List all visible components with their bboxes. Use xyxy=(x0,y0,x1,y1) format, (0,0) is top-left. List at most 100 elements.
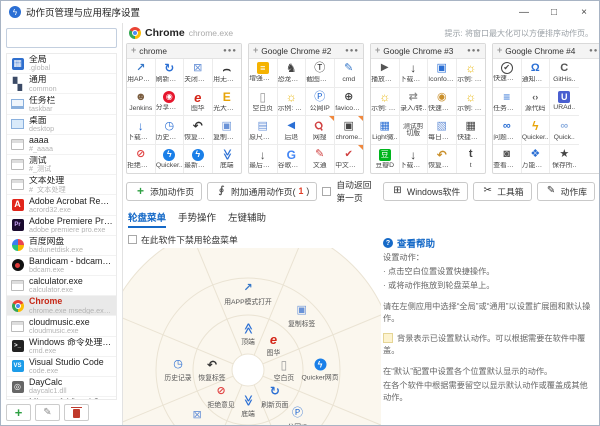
move-handle-icon[interactable]: + xyxy=(131,46,136,55)
wheel-item[interactable]: ⊘拒绝意见 xyxy=(208,385,235,409)
action-cell[interactable]: ≡任务管理器 xyxy=(493,88,521,117)
sidebar-item[interactable]: 桌面desktop xyxy=(7,115,116,135)
attach-common-page-button[interactable]: ∮ 附加通用动作页(1) xyxy=(207,182,317,201)
action-cell[interactable]: ↓下载内容 xyxy=(400,145,428,173)
action-cell[interactable]: ♞恐龙彩蛋 xyxy=(278,59,306,88)
action-cell[interactable]: ↓下载内容 xyxy=(400,59,428,88)
action-cell[interactable]: ‹›源代码 xyxy=(522,88,550,117)
action-cell[interactable]: ⇄录入/转.. xyxy=(400,88,428,117)
action-cell[interactable]: ☼示例: 选.. xyxy=(278,88,306,117)
action-cell[interactable]: ✔快速点选 xyxy=(493,59,521,88)
sidebar-item[interactable]: VSVisual Studio Codecode.exe xyxy=(7,357,116,377)
view-help-link[interactable]: ? 查看帮助 xyxy=(383,236,593,250)
action-cell[interactable]: ✎文通 xyxy=(306,145,334,173)
panel-menu-button[interactable]: ●●● xyxy=(345,48,359,54)
action-cell[interactable]: e图华 xyxy=(184,88,212,117)
sidebar-item[interactable]: 文本处理#_文本处理 xyxy=(7,175,116,195)
action-cell[interactable]: ↓下载内容 xyxy=(127,116,155,145)
action-cell[interactable]: ⊠关闭标签 xyxy=(184,59,212,88)
wheel-item[interactable]: ϟQuicker网页 xyxy=(301,359,338,382)
panel-menu-button[interactable]: ●●● xyxy=(223,48,237,54)
sidebar-item[interactable]: Microsoft Visual Studio 2017devenv.exe xyxy=(7,397,116,400)
action-cell[interactable]: ↓最后下载.. xyxy=(249,145,277,173)
action-cell[interactable]: ▯空白页 xyxy=(249,88,277,117)
sidebar-item[interactable]: aaaa#_aaaa xyxy=(7,135,116,155)
action-cell[interactable]: ◉分享到微博 xyxy=(156,88,184,117)
sidebar-item[interactable]: 测试#_测试 xyxy=(7,155,116,175)
action-cell[interactable]: ✔中文粘贴 xyxy=(335,145,364,173)
sidebar-item[interactable]: 任务栏taskbar xyxy=(7,94,116,114)
wheel-item[interactable]: ▯空白页 xyxy=(274,358,294,382)
action-cell[interactable]: ⊕favicon.ico xyxy=(335,88,364,117)
wheel-item[interactable]: ≪顶端 xyxy=(241,322,255,346)
wheel-item[interactable]: ↶恢复标签 xyxy=(198,358,225,382)
action-cell[interactable]: ☼示例: 用.. xyxy=(371,88,399,117)
move-handle-icon[interactable]: + xyxy=(497,46,502,55)
action-cell[interactable]: ▧每日美图 xyxy=(428,116,456,145)
action-cell[interactable]: ⌢用无痕模.. xyxy=(213,59,242,88)
minimize-button[interactable]: — xyxy=(509,1,539,23)
action-library-button[interactable]: ✎ 动作库 xyxy=(537,182,595,201)
sidebar-item[interactable]: cloudmusic.execloudmusic.exe xyxy=(7,316,116,336)
action-cell[interactable]: Ⓣ截图翻译 xyxy=(306,59,334,88)
wheel-item[interactable]: ⊠关闭标签 xyxy=(183,409,210,425)
action-cell[interactable]: ✎cmd xyxy=(335,59,364,88)
sidebar-item[interactable]: 百度网盘baidunetdisk.exe xyxy=(7,236,116,256)
action-cell[interactable]: ▦Light微.. xyxy=(371,116,399,145)
sidebar-item[interactable]: >_Windows 命令处理程序cmd.exe xyxy=(7,337,116,357)
panel-menu-button[interactable]: ●●● xyxy=(589,48,599,54)
sidebar-item[interactable]: ▚通用common xyxy=(7,74,116,94)
panel-menu-button[interactable]: ●●● xyxy=(467,48,481,54)
action-cell[interactable]: ◷历史记录 xyxy=(156,116,184,145)
sidebar-item[interactable]: ▦全局.global xyxy=(7,54,116,74)
add-app-button[interactable]: + xyxy=(6,404,31,421)
tab-left-click-assist[interactable]: 左键辅助 xyxy=(228,210,266,228)
wheel-item[interactable]: e图华 xyxy=(267,333,281,357)
action-cell[interactable]: ◙查看快照 xyxy=(493,145,521,173)
toolbox-button[interactable]: ✂ 工具箱 xyxy=(473,182,531,201)
wheel-item[interactable]: ▣复制标签 xyxy=(288,304,315,328)
maximize-button[interactable]: □ xyxy=(539,1,569,23)
action-cell[interactable]: ≡增强记事本 xyxy=(249,59,277,88)
action-cell[interactable]: Ω通知设置 xyxy=(522,59,550,88)
action-cell[interactable]: ★保存所.. xyxy=(550,145,579,173)
sidebar-item[interactable]: AAdobe Acrobat Reader DCacrord32.exe xyxy=(7,195,116,215)
tab-wheel-menu[interactable]: 轮盘菜单 xyxy=(128,210,166,228)
wheel-item[interactable]: ↻刷新页面 xyxy=(261,385,288,409)
action-cell[interactable]: ☻Jenkins xyxy=(127,88,155,117)
auto-return-checkbox[interactable] xyxy=(322,187,331,196)
wheel-item[interactable]: ↗用APP模式打开 xyxy=(224,282,272,306)
action-cell[interactable]: ◉快速截图 xyxy=(428,88,456,117)
sidebar-item[interactable]: Chromechrome.exe msedge.exe;firefox.exe xyxy=(7,296,116,316)
action-cell[interactable]: ▣复制标签 xyxy=(213,116,242,145)
action-cell[interactable]: ▣Iconfont.. xyxy=(428,59,456,88)
action-cell[interactable]: ϟQuicker.. xyxy=(156,145,184,173)
action-cell[interactable]: E光大银行 xyxy=(213,88,242,117)
action-cell[interactable]: UURAd.. xyxy=(550,88,579,117)
wheel-item[interactable]: ≫底端 xyxy=(241,394,255,418)
action-cell[interactable]: G谷歌搜索 xyxy=(278,145,306,173)
action-cell[interactable]: ⊘拒绝意见 xyxy=(127,145,155,173)
sidebar-item[interactable]: ◎DayCalcdaycalc1.dll xyxy=(7,377,116,397)
action-cell[interactable]: ▶播放选择.. xyxy=(371,59,399,88)
action-cell[interactable]: ▣chrome.. xyxy=(335,116,364,145)
action-cell[interactable]: ☼示例: 弹.. xyxy=(457,59,486,88)
move-handle-icon[interactable]: + xyxy=(253,46,258,55)
action-cell[interactable]: ❖万能网址.. xyxy=(522,145,550,173)
sidebar-item[interactable]: calculator.execalculator.exe xyxy=(7,276,116,296)
action-cell[interactable]: ▤原尺寸图片 xyxy=(249,116,277,145)
sidebar-item[interactable]: Bandicam - bdcam.exebdcam.exe xyxy=(7,256,116,276)
action-cell[interactable]: ϟQuicker.. xyxy=(522,116,550,145)
add-page-button[interactable]: + 添加动作页 xyxy=(126,182,202,201)
action-cell[interactable]: ↶恢复标签 xyxy=(428,145,456,173)
action-cell[interactable]: ↶恢复标签 xyxy=(184,116,212,145)
delete-app-button[interactable] xyxy=(64,404,89,421)
action-cell[interactable]: Ϙ网搜 xyxy=(306,116,334,145)
action-cell[interactable]: ↗用APP模.. xyxy=(127,59,155,88)
search-input[interactable] xyxy=(6,28,117,48)
tab-gesture[interactable]: 手势操作 xyxy=(178,210,216,228)
action-cell[interactable]: ◀后退 xyxy=(278,116,306,145)
action-cell[interactable]: tt xyxy=(457,145,486,173)
wheel-item[interactable]: Ⓟ公网IP xyxy=(287,407,307,425)
disable-wheel-checkbox[interactable] xyxy=(128,235,137,244)
